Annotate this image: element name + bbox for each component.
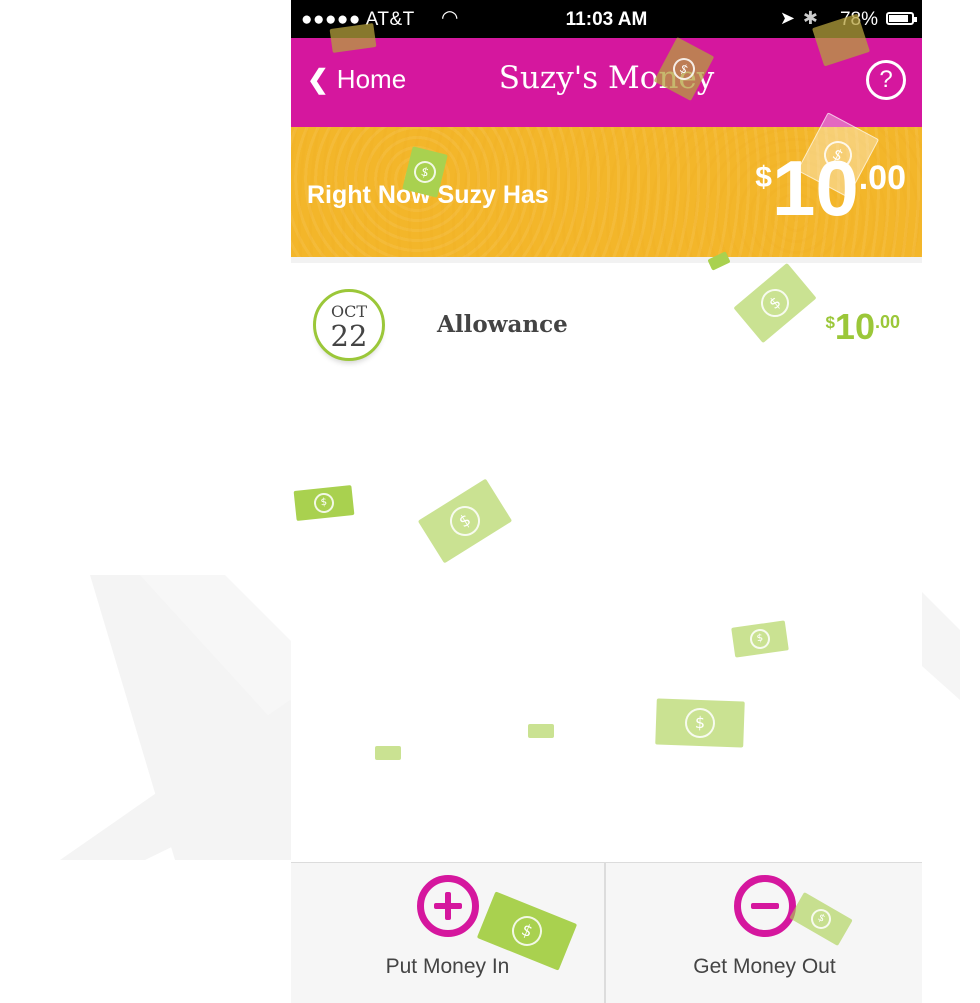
transaction-label: Allowance xyxy=(437,311,568,338)
date-day: 22 xyxy=(330,319,368,353)
dollar-bill-icon: $ xyxy=(417,478,513,564)
transaction-whole: 10 xyxy=(834,306,875,347)
get-money-out-label: Get Money Out xyxy=(693,955,836,978)
plus-circle-icon xyxy=(416,875,479,937)
transaction-currency: $ xyxy=(825,313,835,332)
balance-currency: $ xyxy=(755,161,772,194)
dollar-bill-icon xyxy=(375,746,401,760)
list-item[interactable]: OCT 22 Allowance $10.00 xyxy=(291,263,922,383)
balance-cents: .00 xyxy=(858,159,906,197)
dollar-bill-icon: $ xyxy=(655,698,745,748)
get-money-out-button[interactable]: Get Money Out xyxy=(607,863,922,1003)
dollar-bill-icon: $ xyxy=(293,485,355,521)
location-arrow-icon: ➤ xyxy=(779,8,795,28)
transaction-cents: .00 xyxy=(874,312,900,332)
minus-circle-icon xyxy=(733,875,796,937)
phone-screen: ●●●●● AT&T ◠ 11:03 AM ➤ ✱ 78% ❮Home Suzy… xyxy=(291,0,922,1003)
dollar-bill-icon: $ xyxy=(731,620,789,658)
help-button[interactable]: ? xyxy=(866,60,906,100)
dollar-bill-icon xyxy=(528,724,554,738)
date-badge: OCT 22 xyxy=(313,289,385,361)
date-month: OCT xyxy=(330,302,368,321)
battery-icon xyxy=(886,12,917,25)
bluetooth-icon: ✱ xyxy=(802,8,818,28)
transaction-amount: $10.00 xyxy=(825,309,900,345)
